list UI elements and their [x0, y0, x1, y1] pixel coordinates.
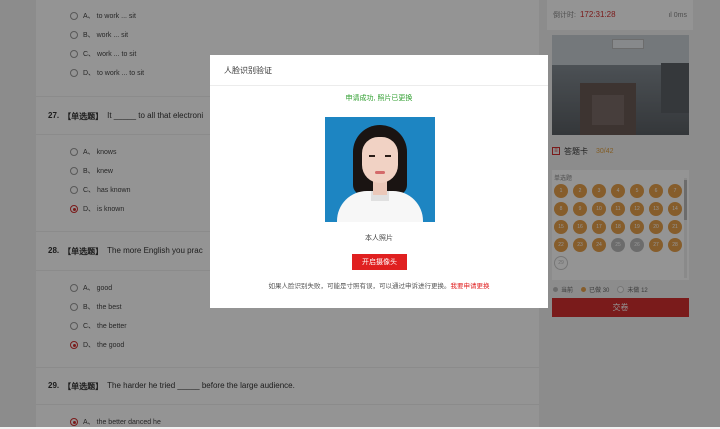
id-photo	[325, 117, 435, 222]
photo-label: 本人照片	[365, 235, 393, 242]
open-camera-button[interactable]: 开启摄像头	[352, 254, 407, 270]
request-replacement-link[interactable]: 我要申请更换	[451, 283, 490, 290]
divider	[210, 85, 548, 86]
notice-text: 如果人脸识别失败，可能是寸照有误，可以通过申诉进行更换。我要申请更换	[210, 280, 548, 290]
face-verification-modal: 人脸识别验证 申请成功, 照片已更换 本人照片 开启摄像头 如果人脸识别失败，可…	[210, 55, 548, 308]
success-message: 申请成功, 照片已更换	[345, 95, 413, 102]
notice-message: 如果人脸识别失败，可能是寸照有误，可以通过申诉进行更换。	[268, 283, 451, 290]
modal-title: 人脸识别验证	[224, 66, 272, 75]
